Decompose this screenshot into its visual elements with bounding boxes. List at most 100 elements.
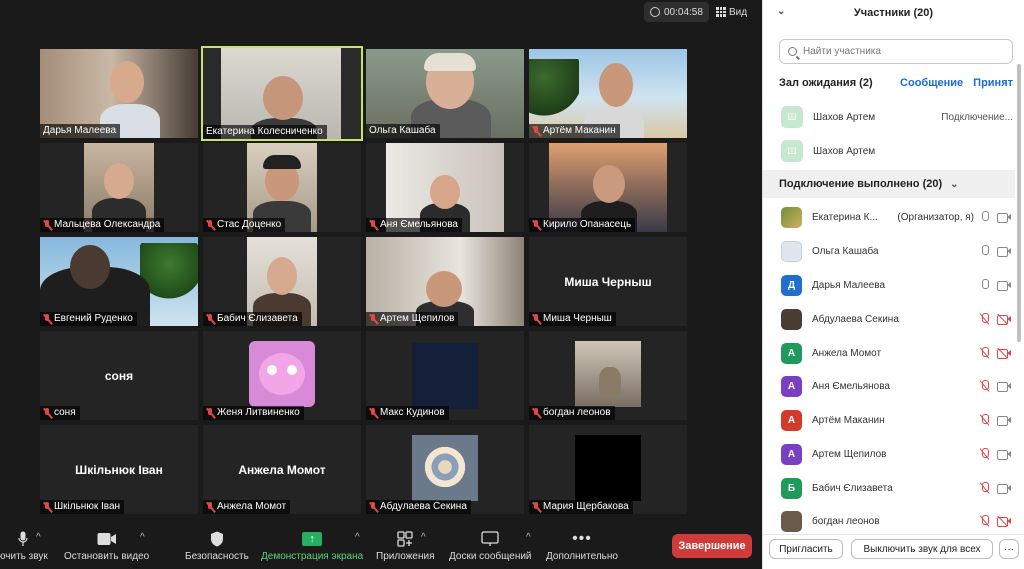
video-camera-icon[interactable] [997,212,1011,223]
connected-section-header[interactable]: Подключение выполнено (20) ⌄ [763,170,1015,198]
video-label: Остановить видео [64,551,150,562]
video-tile[interactable]: Ольга Кашаба [366,49,524,138]
search-placeholder: Найти участника [803,46,881,57]
video-tile-active-speaker[interactable]: Екатерина Колесниченко [201,46,363,141]
video-tile[interactable]: Артем Щепилов [366,237,524,326]
muted-mic-icon [369,219,378,231]
admit-all-link[interactable]: Принят [973,77,1013,89]
security-label: Безопасность [185,551,249,562]
end-meeting-button[interactable]: Завершение [672,534,752,558]
muted-microphone-icon[interactable] [980,482,989,494]
participant-name: Екатерина К... [812,211,878,223]
video-off-icon[interactable] [997,347,1011,359]
video-tile[interactable]: Мария Щербакова [529,425,687,514]
participant-row[interactable]: Абдулаева Секина [781,308,1011,330]
video-tile[interactable]: Аня Ємельянова [366,143,524,232]
share-screen-button[interactable]: ↑ Демонстрация экрана [261,530,363,562]
video-off-icon[interactable] [997,515,1011,527]
video-tile[interactable]: Бабич Єлизавета [203,237,361,326]
muted-mic-icon [43,313,52,325]
video-off-icon[interactable] [997,313,1011,325]
video-tile[interactable]: Анжела Момот Анжела Момот [203,425,361,514]
muted-mic-icon [532,501,541,513]
whiteboards-button[interactable]: Доски сообщений [449,530,532,562]
video-tile[interactable]: богдан леонов [529,331,687,420]
avatar [781,510,802,532]
video-camera-icon[interactable] [997,449,1011,460]
video-camera-icon[interactable] [997,483,1011,494]
participant-row[interactable]: А Артем Щепилов [781,443,1011,465]
participant-name: Аня Ємельянова [812,380,890,392]
message-waiting-link[interactable]: Сообщение [900,77,963,89]
avatar: А [781,375,802,397]
more-options-button[interactable]: ··· [999,539,1019,559]
video-tile[interactable]: Абдулаева Секина [366,425,524,514]
stop-video-button[interactable]: Остановить видео [64,530,149,562]
participant-row[interactable]: Екатерина К... (Организатор, я) [781,206,1011,228]
tile-name-label: Макс Кудинов [366,406,449,420]
tile-name-label: Артем Щепилов [366,312,459,326]
mute-all-button[interactable]: Выключить звук для всех [851,539,993,559]
participant-search-input[interactable]: Найти участника [779,39,1013,64]
whiteboard-options-chevron-icon[interactable]: ^ [526,532,531,543]
invite-button[interactable]: Пригласить [769,539,843,559]
muted-microphone-icon[interactable] [980,347,989,359]
whiteboard-icon [449,530,532,548]
participant-row[interactable]: Д Дарья Малеева [781,274,1011,296]
participant-name: Абдулаева Секина [812,313,899,325]
more-dots-icon: ••• [572,530,592,547]
video-tile[interactable]: соня соня [40,331,198,420]
muted-microphone-icon[interactable] [980,414,989,426]
muted-microphone-icon[interactable] [980,448,989,460]
video-tile[interactable]: Шкільнюк Іван Шкільнюк Іван [40,425,198,514]
avatar: А [781,409,802,431]
video-camera-icon[interactable] [997,280,1011,291]
video-tile[interactable]: Евгений Руденко [40,237,198,326]
share-options-chevron-icon[interactable]: ^ [355,532,360,543]
video-options-chevron-icon[interactable]: ^ [140,532,145,543]
tile-name-label: Стас Доценко [203,218,286,232]
participant-row[interactable]: Б Бабич Єлизавета [781,477,1011,499]
muted-microphone-icon[interactable] [980,313,989,325]
muted-mic-icon [43,407,52,419]
video-tile[interactable]: Кирило Опанасець [529,143,687,232]
participant-row[interactable]: А Анжела Момот [781,342,1011,364]
participant-row[interactable]: Ольга Кашаба [781,240,1011,262]
security-button[interactable]: Безопасность [185,530,249,562]
participant-row[interactable]: А Аня Ємельянова [781,375,1011,397]
waiting-participant-row[interactable]: Ш Шахов Артем Подключение... [781,106,1013,128]
video-tile[interactable]: Мальцева Олександра [40,143,198,232]
more-button[interactable]: ••• Дополнительно [546,530,618,562]
video-tile[interactable]: Макс Кудинов [366,331,524,420]
tile-center-name: Миша Черныш [564,275,652,289]
participant-name: Анжела Момот [812,347,882,359]
participant-row[interactable]: богдан леонов [781,510,1011,532]
video-camera-icon[interactable] [997,381,1011,392]
view-label: Вид [729,6,748,18]
muted-mic-icon [206,501,215,513]
video-camera-icon[interactable] [997,415,1011,426]
muted-mic-icon [369,501,378,513]
video-tile[interactable]: Женя Литвиненко [203,331,361,420]
video-camera-icon[interactable] [997,246,1011,257]
waiting-participant-row[interactable]: Ш Шахов Артем [781,140,1013,162]
microphone-icon[interactable] [980,279,989,291]
tile-name-label: Екатерина Колесниченко [203,125,327,139]
collapse-chevron-icon[interactable]: ⌄ [777,6,785,17]
timer-value: 00:04:58 [664,6,703,18]
muted-microphone-icon[interactable] [980,380,989,392]
video-tile[interactable]: Стас Доценко [203,143,361,232]
scrollbar-thumb[interactable] [1017,64,1021,342]
clock-icon [650,7,660,17]
microphone-icon[interactable] [980,245,989,257]
video-tile[interactable]: Дарья Малеева [40,49,198,138]
microphone-icon[interactable] [980,211,989,223]
video-tile[interactable]: Миша Черныш Миша Черныш [529,237,687,326]
tile-name-label: Ольга Кашаба [366,124,440,138]
mute-options-chevron-icon[interactable]: ^ [36,532,41,543]
video-tile[interactable]: Артём Маканин [529,49,687,138]
view-button[interactable]: Вид [716,2,747,22]
participant-row[interactable]: А Артём Маканин [781,409,1011,431]
muted-microphone-icon[interactable] [980,515,989,527]
apps-options-chevron-icon[interactable]: ^ [421,532,426,543]
